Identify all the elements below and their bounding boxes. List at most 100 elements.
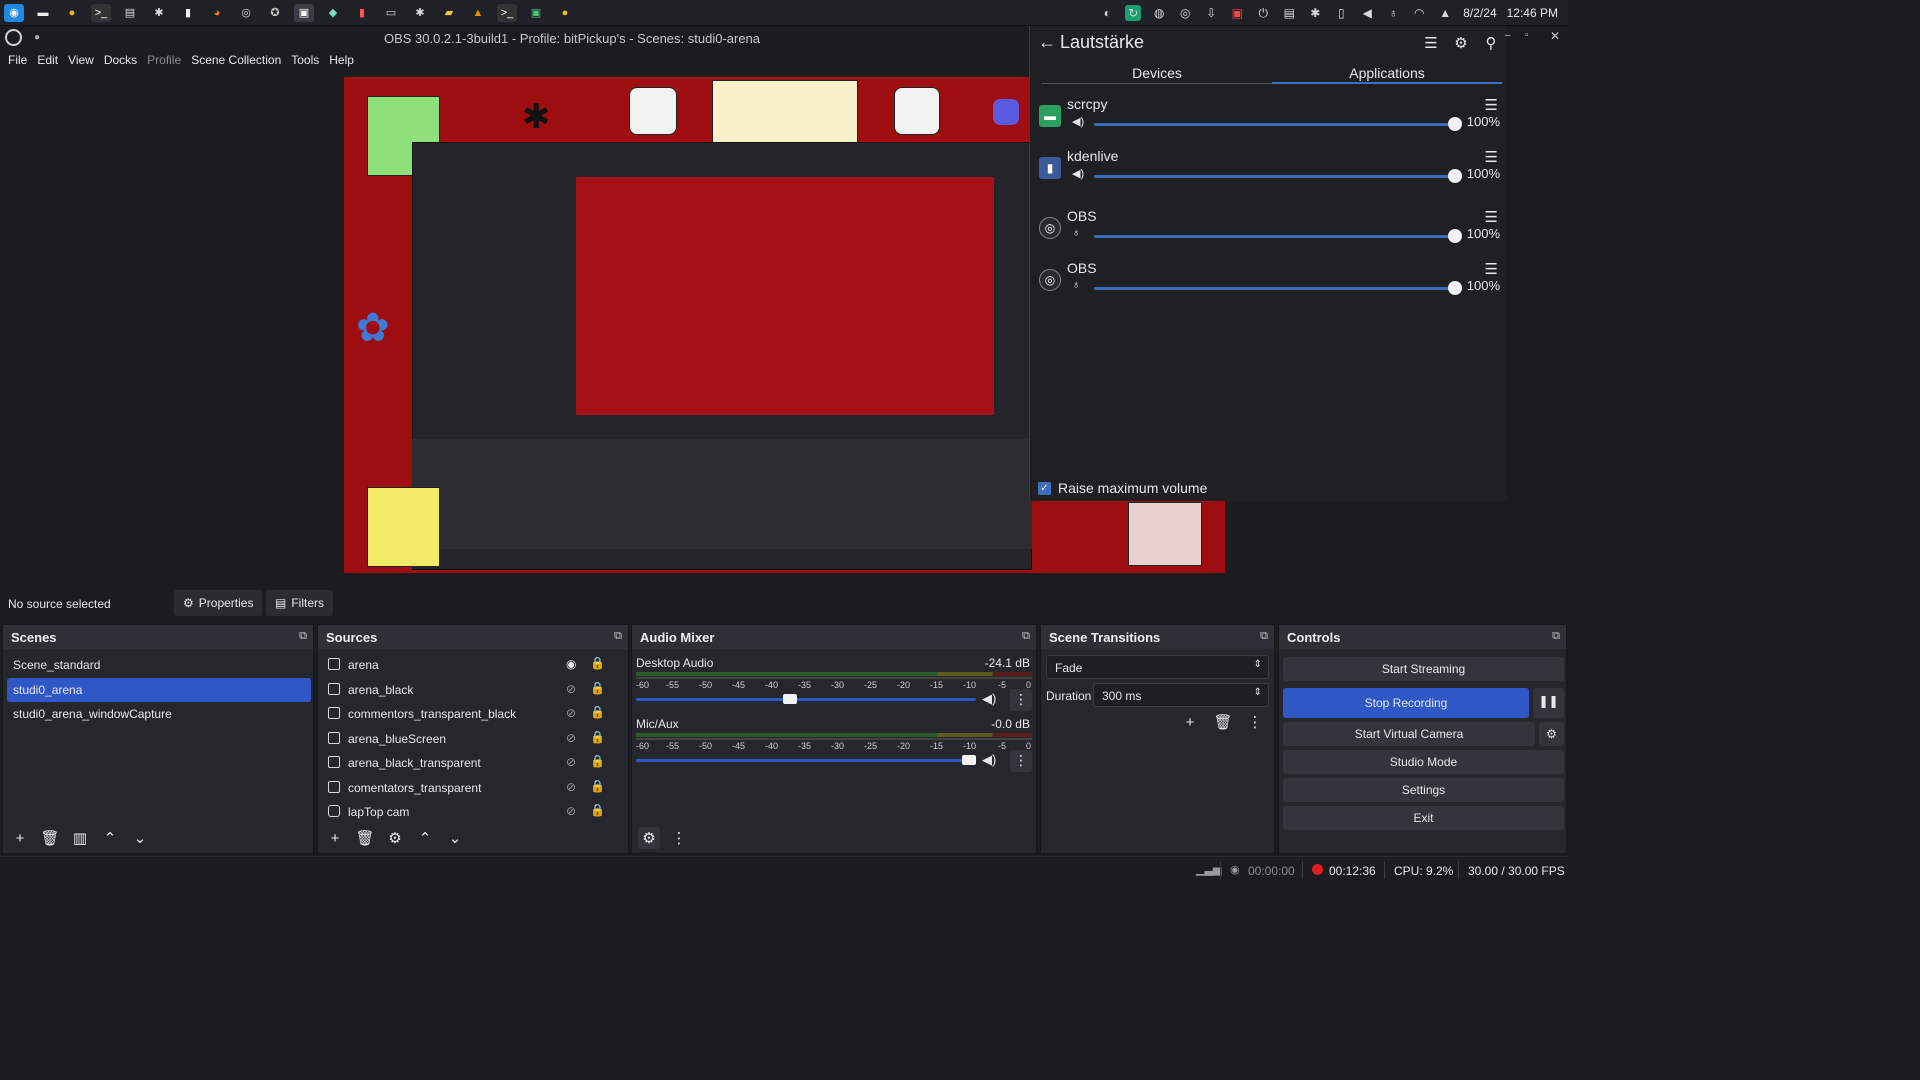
source-item[interactable]: commentors_transparent_black ⊘ 🔒 [324,702,620,726]
menu-tools[interactable]: Tools [291,50,327,70]
remove-transition-icon[interactable]: 🗑 [1212,711,1234,733]
app-volume-slider[interactable] [1094,123,1456,126]
hidden-eye-icon[interactable]: ⊘ [566,780,576,794]
gear-icon[interactable]: ⚙ [1452,34,1470,52]
scene-item-selected[interactable]: studi0_arena [7,678,311,702]
remove-source-icon[interactable]: 🗑 [354,827,376,849]
start-virtual-camera-button[interactable]: Start Virtual Camera [1283,722,1535,746]
tray-time[interactable]: 12:46 PM [1507,6,1558,20]
folder-icon[interactable]: ▰ [439,4,459,22]
menu-docks[interactable]: Docks [104,50,145,70]
add-scene-icon[interactable]: + [9,827,31,849]
pause-recording-button[interactable]: ❚❚ [1533,688,1564,718]
filters-button[interactable]: ▤ Filters [266,590,334,616]
move-down-icon[interactable]: ⌄ [444,827,466,849]
menu-file[interactable]: File [8,50,35,70]
remove-scene-icon[interactable]: 🗑 [39,827,61,849]
add-transition-icon[interactable]: + [1179,711,1201,733]
window-icon[interactable]: ▬ [33,4,53,22]
wifi-icon[interactable]: ◠ [1411,5,1427,21]
pin-icon[interactable]: ⚲ [1482,34,1500,52]
obs-icon[interactable]: ◎ [236,4,256,22]
source-properties-icon[interactable]: ⚙ [384,827,406,849]
volume-fader[interactable] [636,698,976,701]
app-menu-icon[interactable]: ☰ [1485,260,1498,278]
volume-fader-knob[interactable] [962,755,976,765]
hidden-eye-icon[interactable]: ⊘ [566,682,576,696]
start-streaming-button[interactable]: Start Streaming [1283,657,1564,681]
screen-icon[interactable]: ▣ [1229,5,1245,21]
undock-icon[interactable]: ⧉ [1260,630,1268,643]
close-icon[interactable]: ✕ [1550,29,1560,43]
source-item[interactable]: arena ◉ 🔒 [324,653,620,677]
app-volume-slider[interactable] [1094,235,1456,238]
stop-recording-button[interactable]: Stop Recording [1283,688,1529,718]
menu-view[interactable]: View [68,50,102,70]
virtual-camera-settings-button[interactable]: ⚙ [1539,722,1564,746]
hidden-eye-icon[interactable]: ⊘ [566,755,576,769]
tab-applications[interactable]: Applications [1272,62,1502,84]
menu-icon[interactable]: ☰ [1422,34,1440,52]
undock-icon[interactable]: ⧉ [1022,630,1030,643]
lock-icon[interactable]: 🔒 [590,705,605,719]
clipboard-icon[interactable]: ▤ [1281,5,1297,21]
advanced-audio-icon[interactable]: ⚙ [638,827,660,849]
move-up-icon[interactable]: ⌃ [414,827,436,849]
power-icon[interactable]: ⏻ [1255,5,1271,21]
vlc-icon[interactable]: ▲ [468,4,488,22]
app-menu-icon[interactable]: ☰ [1485,148,1498,166]
add-source-icon[interactable]: + [324,827,346,849]
microphone-icon[interactable]: ♁ [1072,227,1080,239]
record-app-icon[interactable]: ▮ [352,4,372,22]
active-app-icon[interactable]: ▣ [294,3,314,22]
source-item[interactable]: lapTop cam ⊘ 🔒 [324,800,620,824]
hidden-eye-icon[interactable]: ⊘ [566,731,576,745]
mumble-icon[interactable]: ◍ [1151,5,1167,21]
shield-icon[interactable]: ◆ [323,4,343,22]
console-icon[interactable]: >_ [497,3,517,22]
source-item[interactable]: arena_black_transparent ⊘ 🔒 [324,751,620,775]
firefox-icon[interactable]: ◕ [207,4,227,22]
notes-icon[interactable]: ▮ [178,4,198,22]
move-down-icon[interactable]: ⌄ [129,827,151,849]
app-volume-knob[interactable] [1448,169,1462,183]
back-arrow-icon[interactable]: ← [1038,32,1056,53]
exit-button[interactable]: Exit [1283,806,1564,830]
bluetooth-icon[interactable]: ✱ [1307,5,1323,21]
source-item[interactable]: arena_black ⊘ 🔒 [324,678,620,702]
lock-icon[interactable]: 🔒 [590,779,605,793]
menu-help[interactable]: Help [329,50,362,70]
visibility-eye-icon[interactable]: ◉ [566,657,576,671]
lock-icon[interactable]: 🔒 [590,681,605,695]
obs-tray-status-icon[interactable]: ◎ [1177,5,1193,21]
menu-edit[interactable]: Edit [37,50,66,70]
stepper-icon[interactable]: ⇕ [1254,687,1262,698]
move-up-icon[interactable]: ⌃ [99,827,121,849]
game-icon[interactable]: ✪ [265,4,285,22]
maximize-icon[interactable]: ▫ [1525,30,1529,41]
steam-icon[interactable]: ◐ [1099,5,1115,21]
app-volume-knob[interactable] [1448,281,1462,295]
studio-mode-button[interactable]: Studio Mode [1283,750,1564,774]
more-options-icon[interactable]: ⋮ [1010,689,1032,711]
hidden-eye-icon[interactable]: ⊘ [566,706,576,720]
app-volume-slider[interactable] [1094,287,1456,290]
display-icon[interactable]: ▣ [526,4,546,22]
menu-profile[interactable]: Profile [147,50,189,70]
volume-fader[interactable] [636,759,976,762]
speaker-icon[interactable]: ◀) [982,752,996,768]
checkmark-icon[interactable]: ✓ [1038,481,1051,495]
scene-item[interactable]: Scene_standard [7,653,311,677]
more-options-icon[interactable]: ⋮ [1010,750,1032,772]
app-menu-icon[interactable]: ☰ [1485,96,1498,114]
scene-filters-icon[interactable]: ▥ [69,827,91,849]
terminal-icon[interactable]: >_ [91,3,111,22]
phone-icon[interactable]: ▯ [1333,5,1349,21]
source-item[interactable]: comentators_transparent ⊘ 🔒 [324,776,620,800]
app-volume-slider[interactable] [1094,175,1456,178]
speaker-icon[interactable]: ◀ [1359,5,1375,21]
hidden-eye-icon[interactable]: ⊘ [566,804,576,818]
undock-icon[interactable]: ⧉ [299,630,307,643]
lock-icon[interactable]: 🔒 [590,754,605,768]
source-item[interactable]: arena_blueScreen ⊘ 🔒 [324,727,620,751]
